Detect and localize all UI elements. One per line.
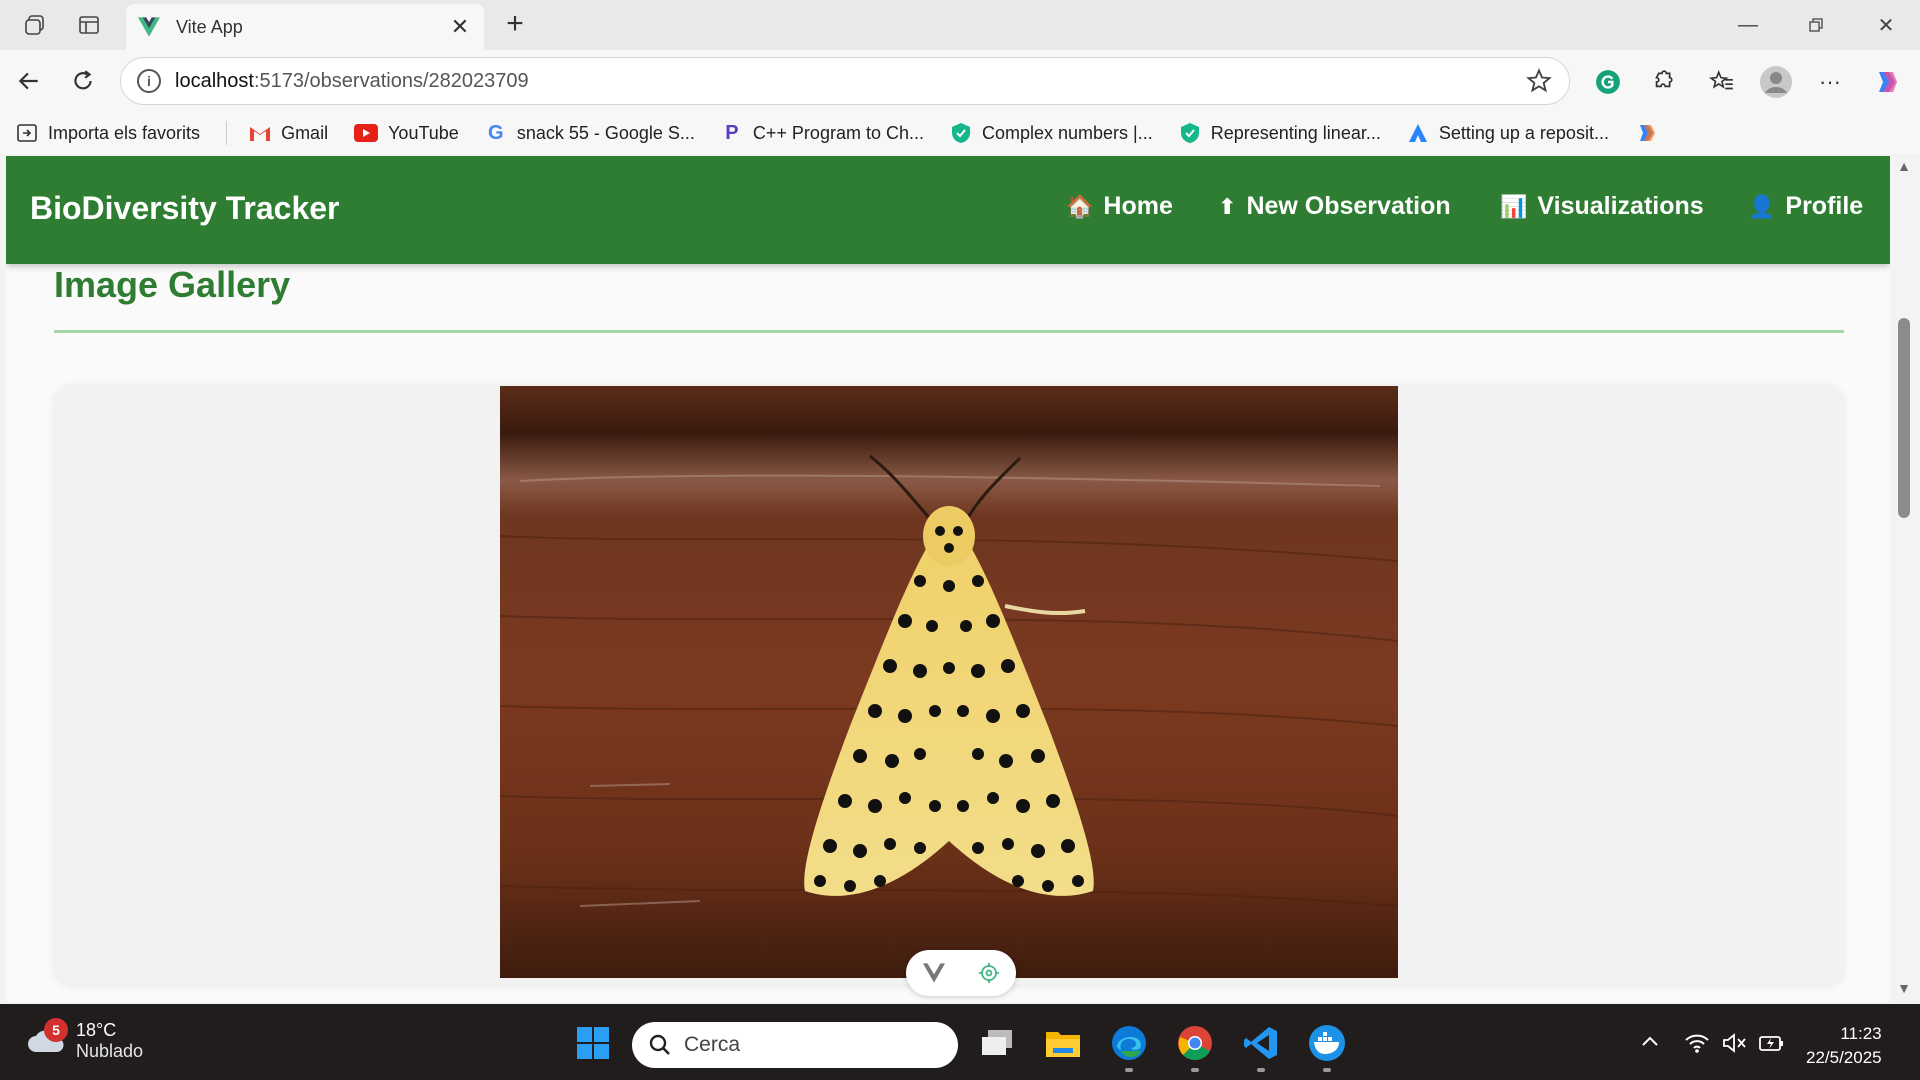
nav-visualizations[interactable]: 📊 Visualizations [1500,192,1704,221]
profile-avatar-icon[interactable] [1758,64,1794,100]
grammarly-icon[interactable] [1590,64,1626,100]
docker-icon[interactable] [1306,1022,1348,1064]
youtube-icon [354,124,379,142]
edge-browser-icon[interactable] [1108,1022,1150,1064]
bookmark-google-search[interactable]: G snack 55 - Google S... [485,122,695,144]
bookmark-separator [226,121,228,145]
scroll-up-icon[interactable]: ▲ [1896,158,1912,174]
weather-temperature: 18°C [76,1020,117,1040]
browser-toolbar: i localhost:5173/observations/282023709 … [0,50,1920,112]
import-icon [16,122,38,144]
bar-chart-icon: 📊 [1500,193,1528,219]
bookmark-youtube[interactable]: YouTube [354,123,459,144]
copilot-icon [1635,122,1657,144]
battery-charging-icon[interactable] [1758,1032,1786,1060]
weather-badge: 5 [44,1018,68,1042]
bookmark-complex-numbers[interactable]: Complex numbers |... [950,122,1153,144]
gallery-title: Image Gallery [54,264,291,305]
title-divider [54,330,1844,333]
upload-arrow-icon: ⬆ [1218,193,1237,219]
search-icon [649,1034,670,1055]
scroll-down-icon[interactable]: ▼ [1896,980,1912,996]
wifi-icon[interactable] [1684,1032,1710,1060]
bookmark-import[interactable]: Importa els favorits [16,122,200,144]
file-explorer-icon[interactable] [1042,1022,1084,1064]
vue-devtools-icon[interactable] [922,963,945,983]
back-icon[interactable] [12,64,46,98]
restore-icon[interactable] [1788,6,1844,44]
nav-profile[interactable]: 👤 Profile [1748,192,1863,221]
url-text[interactable]: localhost:5173/observations/282023709 [175,70,1525,93]
vue-devtools-bar[interactable] [906,950,1016,996]
task-view-icon[interactable] [976,1022,1018,1064]
close-window-icon[interactable]: ✕ [1858,6,1914,44]
weather-condition: Nublado [76,1041,144,1061]
system-clock[interactable]: 11:23 22/5/2025 [1806,1022,1882,1070]
browser-tab[interactable]: Vite App ✕ [126,4,484,50]
copilot-icon[interactable] [1868,64,1904,100]
minimize-icon[interactable]: — [1720,6,1776,44]
bookmark-representing-linear[interactable]: Representing linear... [1179,122,1381,144]
clock-date: 22/5/2025 [1806,1048,1882,1067]
favorite-star-icon[interactable] [1525,67,1553,95]
start-icon[interactable] [572,1022,614,1064]
site-info-icon[interactable]: i [137,69,161,93]
atlassian-icon [1407,122,1429,144]
nav-home[interactable]: 🏠 Home [1066,192,1173,221]
bookmark-copilot[interactable] [1635,122,1667,144]
favorites-list-icon[interactable] [1704,64,1740,100]
new-tab-button[interactable]: + [498,8,532,42]
page-scrollbar[interactable]: ▲ ▼ [1890,156,1920,1002]
browser-titlebar: Vite App ✕ + — ✕ [0,0,1920,50]
app-brand[interactable]: BioDiversity Tracker [30,190,340,227]
more-menu-icon[interactable]: ··· [1812,64,1848,100]
home-icon: 🏠 [1066,193,1094,219]
volume-muted-icon[interactable] [1722,1032,1748,1060]
bookmark-cpp-program[interactable]: P C++ Program to Ch... [721,122,924,144]
bookmark-gmail[interactable]: Gmail [249,122,328,144]
address-bar[interactable]: i localhost:5173/observations/282023709 [120,57,1570,105]
bookmarks-bar: Importa els favorits Gmail YouTube G sna… [0,112,1920,154]
inspect-target-icon[interactable] [978,962,1000,984]
google-icon: G [488,121,504,144]
page-viewport: BioDiversity Tracker 🏠 Home ⬆ New Observ… [6,156,1890,1002]
bookmark-setting-up-repo[interactable]: Setting up a reposit... [1407,122,1609,144]
tab-close-icon[interactable]: ✕ [448,14,472,40]
edge-running-indicator [1125,1068,1133,1072]
shield-check-icon [950,122,972,144]
nav-new-observation[interactable]: ⬆ New Observation [1218,192,1451,221]
vscode-running-indicator [1257,1068,1265,1072]
scroll-thumb[interactable] [1898,318,1910,518]
workspaces-icon[interactable] [20,10,50,40]
docker-running-indicator [1323,1068,1331,1072]
vue-logo-icon [138,17,160,37]
reload-icon[interactable] [66,64,100,98]
vertical-tabs-icon[interactable] [74,10,104,40]
extensions-icon[interactable] [1644,64,1680,100]
chrome-running-indicator [1191,1068,1199,1072]
windows-taskbar: 18°C Nublado 5 Cerca 11:23 22/5/2025 [0,1004,1920,1080]
programiz-icon: P [725,121,739,144]
chrome-icon[interactable] [1174,1022,1216,1064]
moth-photo[interactable] [500,386,1398,978]
search-placeholder: Cerca [684,1033,741,1056]
shield-check-icon [1179,122,1201,144]
app-header: BioDiversity Tracker 🏠 Home ⬆ New Observ… [6,156,1890,264]
clock-time: 11:23 [1840,1024,1882,1043]
vscode-icon[interactable] [1240,1022,1282,1064]
taskbar-search[interactable]: Cerca [632,1022,958,1068]
tab-title: Vite App [176,16,243,37]
user-icon: 👤 [1748,193,1776,219]
show-hidden-icons[interactable] [1640,1032,1660,1058]
gmail-icon [249,122,271,144]
